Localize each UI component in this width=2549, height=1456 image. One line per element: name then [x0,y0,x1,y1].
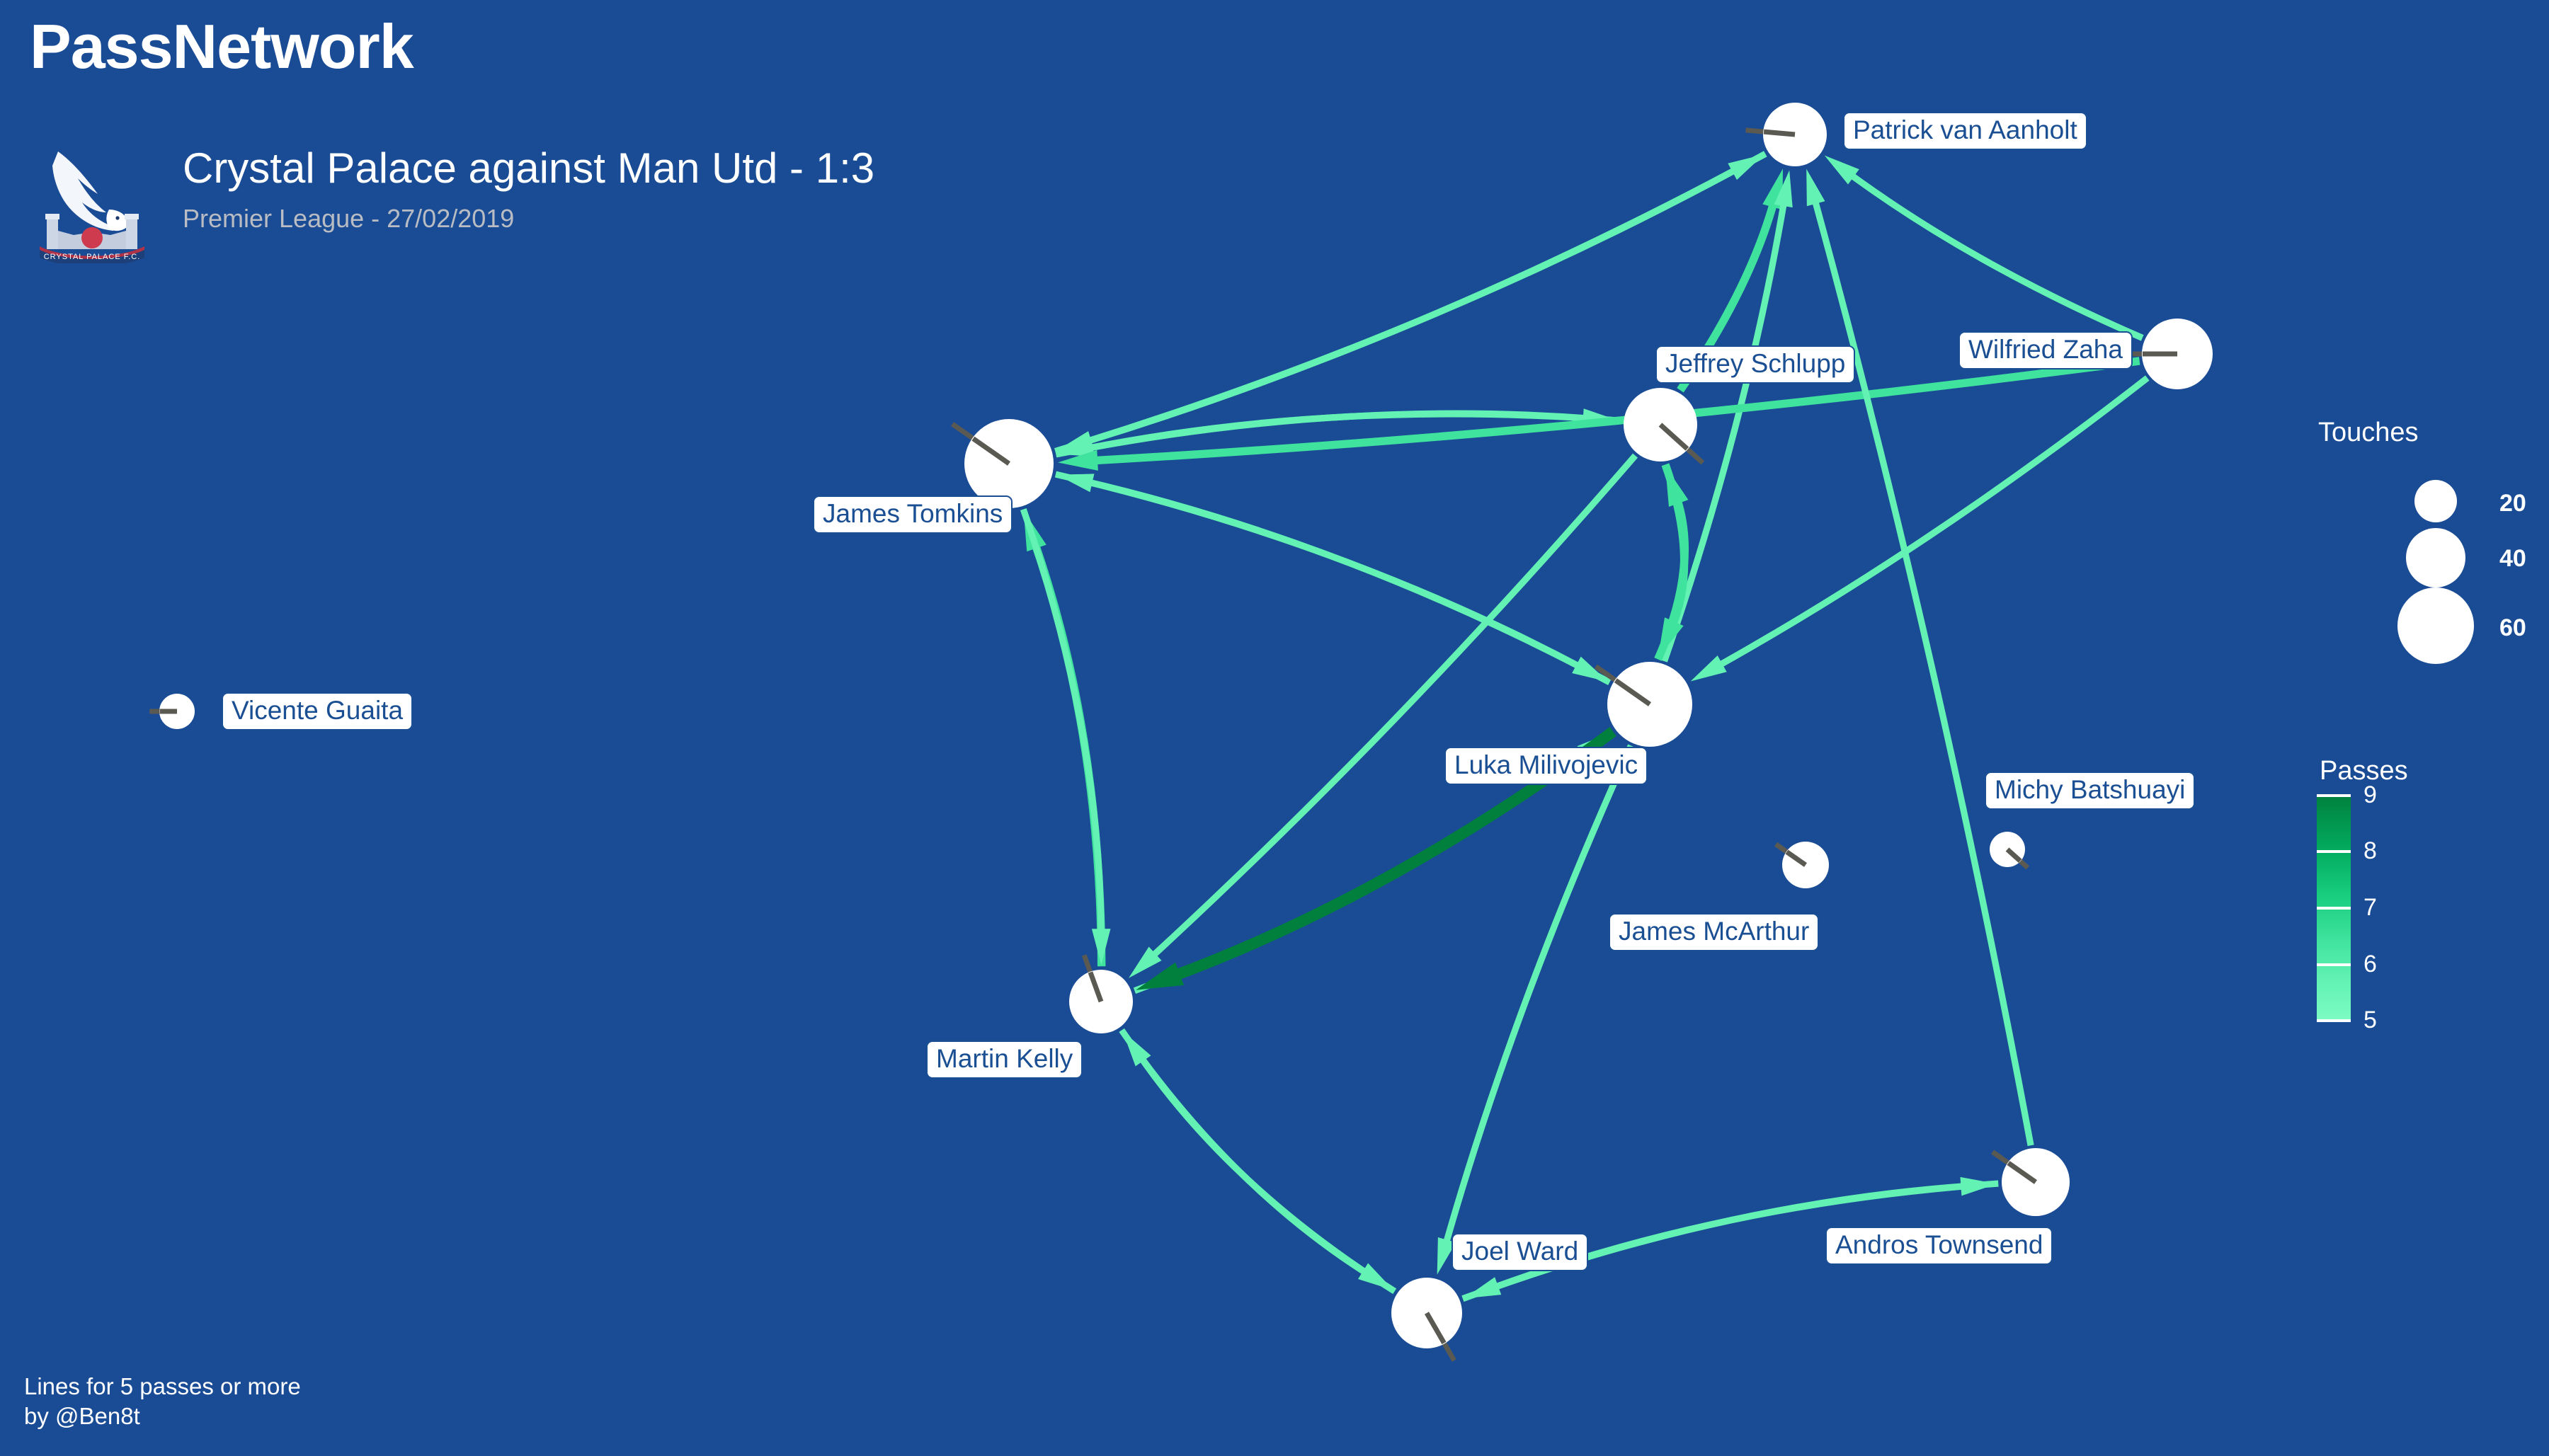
pass-edge [1083,478,1612,686]
player-label[interactable]: James McArthur [1609,913,1820,951]
pass-edge [1147,453,1638,962]
pass-edge-arrowhead [1464,1277,1502,1299]
legend-bubble-60 [2397,587,2474,664]
player-label[interactable]: James Tomkins [813,495,1013,534]
colorbar-label-5: 5 [2363,1007,2377,1033]
player-label[interactable]: Luka Milivojevic [1444,747,1648,785]
colorbar-label-8: 8 [2363,837,2377,864]
player-label[interactable]: Andros Townsend [1825,1227,2053,1265]
pass-edge [1119,1028,1372,1278]
footer-line-2: by @Ben8t [24,1403,140,1430]
pass-edge-arrowhead [1806,168,1825,207]
pass-edge [1030,538,1106,967]
pass-edge [1054,471,1585,672]
pass-edge [1088,357,2140,465]
pass-edge [1020,508,1105,937]
player-label[interactable]: Jeffrey Schlupp [1655,345,1856,384]
pass-edge-arrowhead [1091,929,1111,965]
player-label[interactable]: Joel Ward [1452,1233,1589,1271]
footer-note: Lines for 5 passes or more by @Ben8t [24,1372,301,1431]
legend-touches-value-40: 40 [2499,545,2526,572]
player-label[interactable]: Martin Kelly [926,1041,1083,1079]
player-label[interactable]: Michy Batshuayi [1985,772,2196,810]
colorbar-tick [2317,1019,2351,1022]
colorbar-tick [2317,794,2351,797]
colorbar-label-6: 6 [2363,951,2377,978]
pass-edge [1136,1052,1397,1295]
colorbar-tick [2317,907,2351,910]
passes-colorbar [2317,794,2351,1022]
player-label[interactable]: Patrick van Aanholt [1843,112,2087,150]
nodes-layer [159,103,2213,1348]
colorbar-label-7: 7 [2363,894,2377,921]
pass-edge [1133,746,1592,994]
colorbar-label-9: 9 [2363,781,2377,808]
colorbar-tick [2317,850,2351,853]
leader-lines-layer [149,127,2177,1362]
colorbar-tick [2317,963,2351,966]
player-label[interactable]: Vicente Guaita [222,692,414,730]
legend-touches-value-60: 60 [2499,614,2526,641]
legend-bubble-20 [2414,480,2457,522]
pass-edge [1713,375,2150,671]
edges-layer [1020,151,2150,1302]
legend-touches-title: Touches [2318,418,2419,447]
pass-edge-arrowhead [1690,655,1727,682]
pass-edge-arrowhead [1665,466,1689,507]
legend-bubble-40 [2406,528,2465,587]
player-label[interactable]: Wilfried Zaha [1958,331,2133,369]
node-hand-indicator [1763,129,1796,137]
legend-touches-value-20: 20 [2499,490,2526,517]
pass-edge [1845,169,2144,341]
passnetwork-visualisation: PassNetwork CRYSTAL PALACE F.C. Crystal … [0,0,2549,1456]
footer-line-1: Lines for 5 passes or more [24,1373,301,1399]
